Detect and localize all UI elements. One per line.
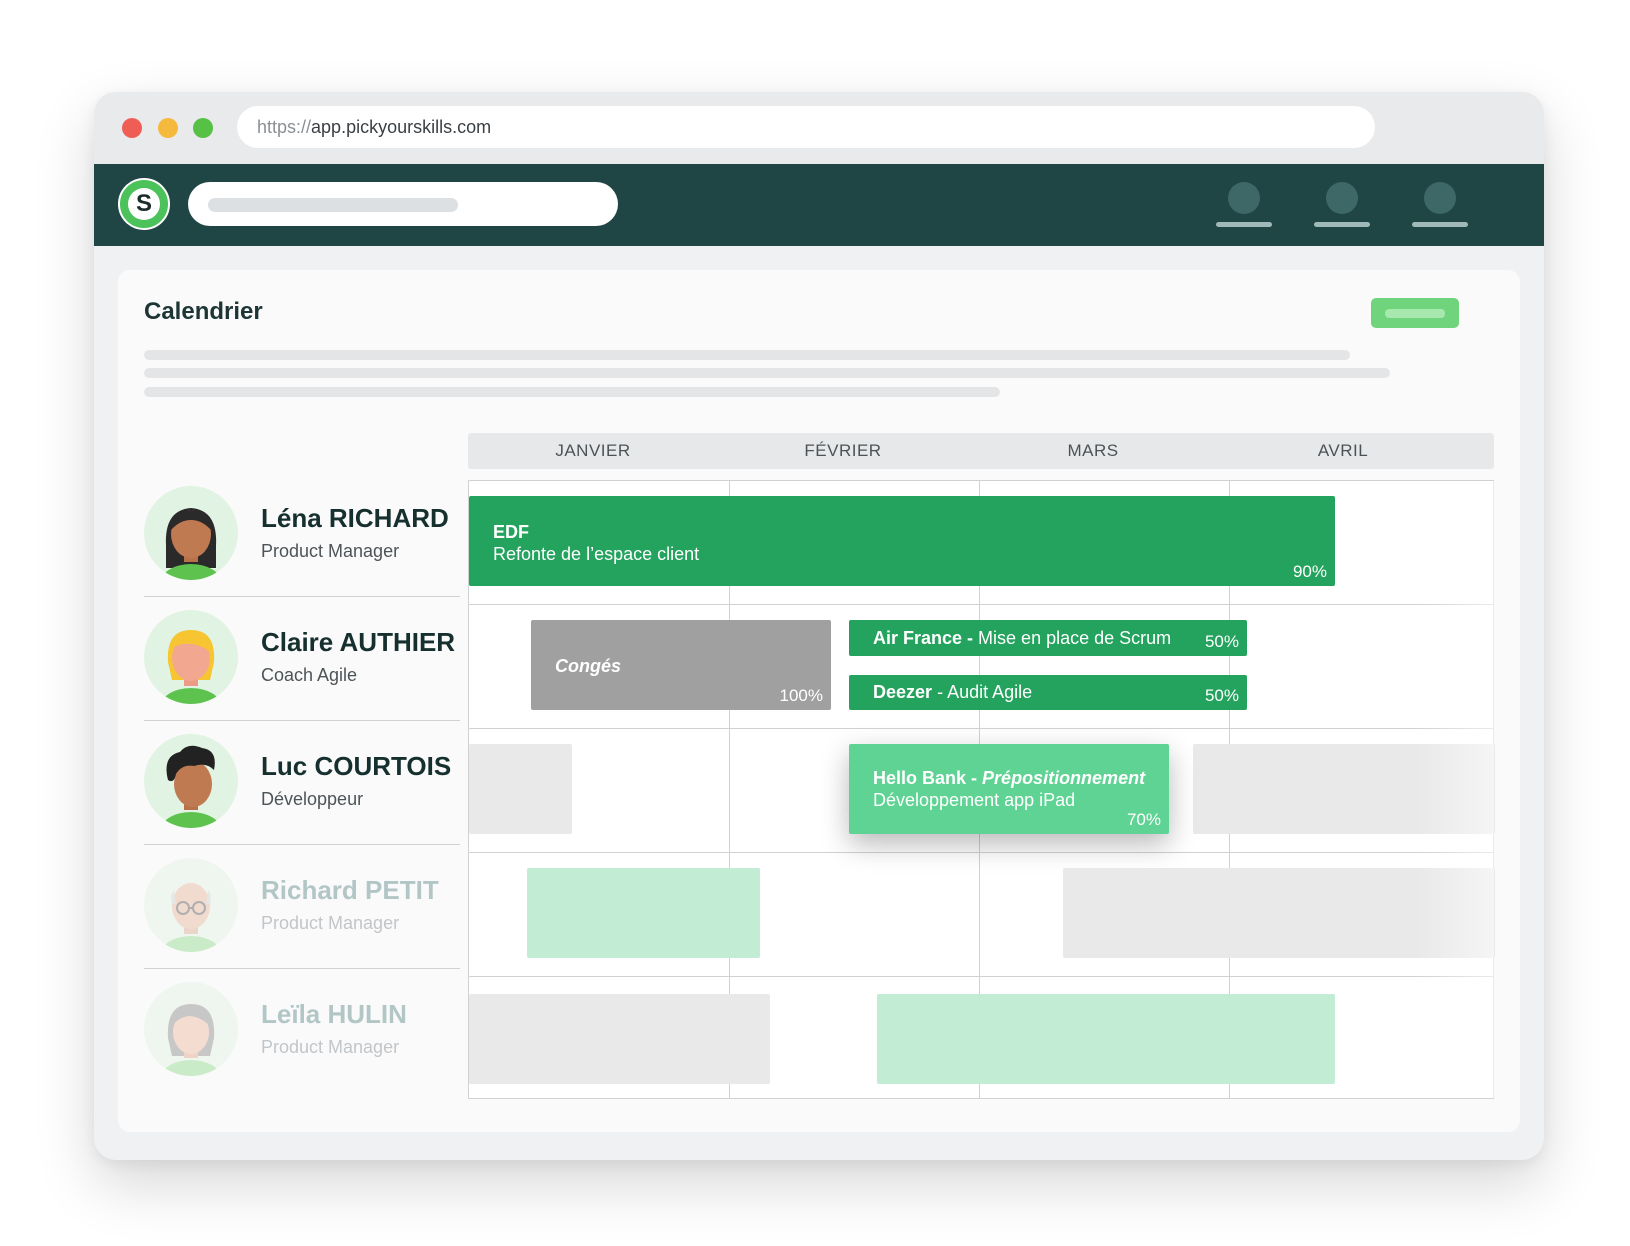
assignment-project: - Audit Agile (937, 682, 1033, 702)
nav-user-button-3[interactable] (1412, 182, 1468, 232)
assignment-project: Mise en place de Scrum (978, 628, 1172, 648)
user-label-placeholder (1314, 222, 1370, 227)
person-row[interactable]: Richard PETIT Product Manager (144, 845, 460, 969)
row-divider (469, 976, 1493, 977)
assignment-bar-airfrance[interactable]: Air France - Mise en place de Scrum 50% (849, 620, 1247, 656)
person-row[interactable]: Luc COURTOIS Développeur (144, 721, 460, 845)
user-avatar-icon (1424, 182, 1456, 214)
assignment-client: EDF (493, 522, 529, 542)
person-role: Product Manager (261, 1037, 400, 1057)
top-navigation-bar: S (94, 164, 1544, 246)
description-placeholder-line (144, 387, 1000, 397)
url-protocol: https:// (257, 117, 312, 137)
person-name: Léna RICHARD (261, 503, 449, 533)
timeline-grid: EDF Refonte de l’espace client 90% Congé… (468, 480, 1495, 1099)
avatar (144, 858, 238, 952)
user-avatar-icon (1228, 182, 1260, 214)
assignment-bar-deezer[interactable]: Deezer - Audit Agile 50% (849, 675, 1247, 710)
avatar (144, 486, 238, 580)
app-logo[interactable]: S (118, 178, 170, 230)
month-label: JANVIER (555, 441, 631, 460)
nav-user-button-2[interactable] (1314, 182, 1370, 232)
assignment-bar-edf[interactable]: EDF Refonte de l’espace client 90% (469, 496, 1335, 586)
url-host: app.pickyourskills.com (311, 117, 492, 137)
person-row[interactable]: Léna RICHARD Product Manager (144, 473, 460, 597)
person-role: Product Manager (261, 541, 400, 561)
calendar-card: Calendrier Léna RICHARD Product Manager … (118, 270, 1520, 1132)
person-name: Leïla HULIN (261, 999, 407, 1029)
assignment-percentage: 70% (1126, 810, 1161, 829)
assignment-text: Deezer - Audit Agile (873, 682, 1032, 703)
person-role: Développeur (261, 789, 364, 809)
assignment-client: Air France - (873, 628, 974, 648)
person-row[interactable]: Leïla HULIN Product Manager (144, 969, 460, 1093)
calendar-timeline: JANVIER FÉVRIER MARS AVRIL EDF Refonte d… (468, 433, 1495, 1099)
assignment-client: Hello Bank - (873, 768, 978, 788)
assignment-percentage: 100% (779, 686, 823, 705)
browser-window: https://app.pickyourskills.com S Calendr… (94, 92, 1544, 1160)
assignment-bar-hellobank[interactable]: Hello Bank - Prépositionnement Développe… (849, 744, 1169, 834)
user-avatar-icon (1326, 182, 1358, 214)
month-label: MARS (1067, 441, 1119, 460)
assignment-client-emphasis: Prépositionnement (982, 768, 1146, 788)
search-input[interactable] (188, 182, 618, 226)
avatar (144, 610, 238, 704)
month-header: JANVIER FÉVRIER MARS AVRIL (468, 433, 1494, 469)
browser-chrome: https://app.pickyourskills.com (94, 92, 1544, 164)
user-label-placeholder (1216, 222, 1272, 227)
assignment-percentage: 50% (1204, 686, 1239, 705)
assignment-bar-placeholder[interactable] (469, 744, 572, 834)
avatar (144, 982, 238, 1076)
minimize-window-button[interactable] (158, 118, 178, 138)
person-role: Product Manager (261, 913, 400, 933)
logo-letter: S (128, 188, 160, 220)
month-label: FÉVRIER (804, 441, 882, 460)
button-label-placeholder (1385, 309, 1445, 318)
person-name: Luc COURTOIS (261, 751, 452, 781)
month-label: AVRIL (1317, 441, 1369, 460)
assignment-project: Développement app iPad (873, 790, 1076, 810)
avatar (144, 734, 238, 828)
row-divider (469, 728, 1493, 729)
assignment-client: Deezer (873, 682, 933, 702)
assignment-text: Air France - Mise en place de Scrum (873, 628, 1171, 649)
person-role: Coach Agile (261, 665, 358, 685)
address-bar[interactable]: https://app.pickyourskills.com (237, 106, 1375, 148)
assignment-bar-placeholder[interactable] (1193, 744, 1495, 834)
close-window-button[interactable] (122, 118, 142, 138)
description-placeholder-line (144, 350, 1350, 360)
assignment-percentage: 50% (1204, 632, 1239, 651)
person-name: Claire AUTHIER (261, 627, 456, 657)
assignment-project: Refonte de l’espace client (493, 544, 700, 564)
search-placeholder-line (208, 198, 458, 212)
header-action-button[interactable] (1371, 298, 1459, 328)
user-label-placeholder (1412, 222, 1468, 227)
description-placeholder-line (144, 368, 1390, 378)
assignment-bar-placeholder[interactable] (877, 994, 1335, 1084)
assignment-bar-placeholder[interactable] (1063, 868, 1495, 958)
assignment-bar-placeholder[interactable] (469, 994, 770, 1084)
assignment-bar-conges[interactable]: Congés 100% (531, 620, 831, 710)
page-title: Calendrier (144, 298, 263, 325)
maximize-window-button[interactable] (193, 118, 213, 138)
nav-user-button-1[interactable] (1216, 182, 1272, 232)
assignment-label: Congés (555, 656, 622, 676)
row-divider (469, 604, 1493, 605)
row-divider (469, 852, 1493, 853)
person-row[interactable]: Claire AUTHIER Coach Agile (144, 597, 460, 721)
assignment-bar-placeholder[interactable] (527, 868, 760, 958)
assignment-percentage: 90% (1292, 562, 1327, 581)
person-name: Richard PETIT (261, 875, 439, 905)
assignment-text: Hello Bank - Prépositionnement (873, 768, 1145, 789)
